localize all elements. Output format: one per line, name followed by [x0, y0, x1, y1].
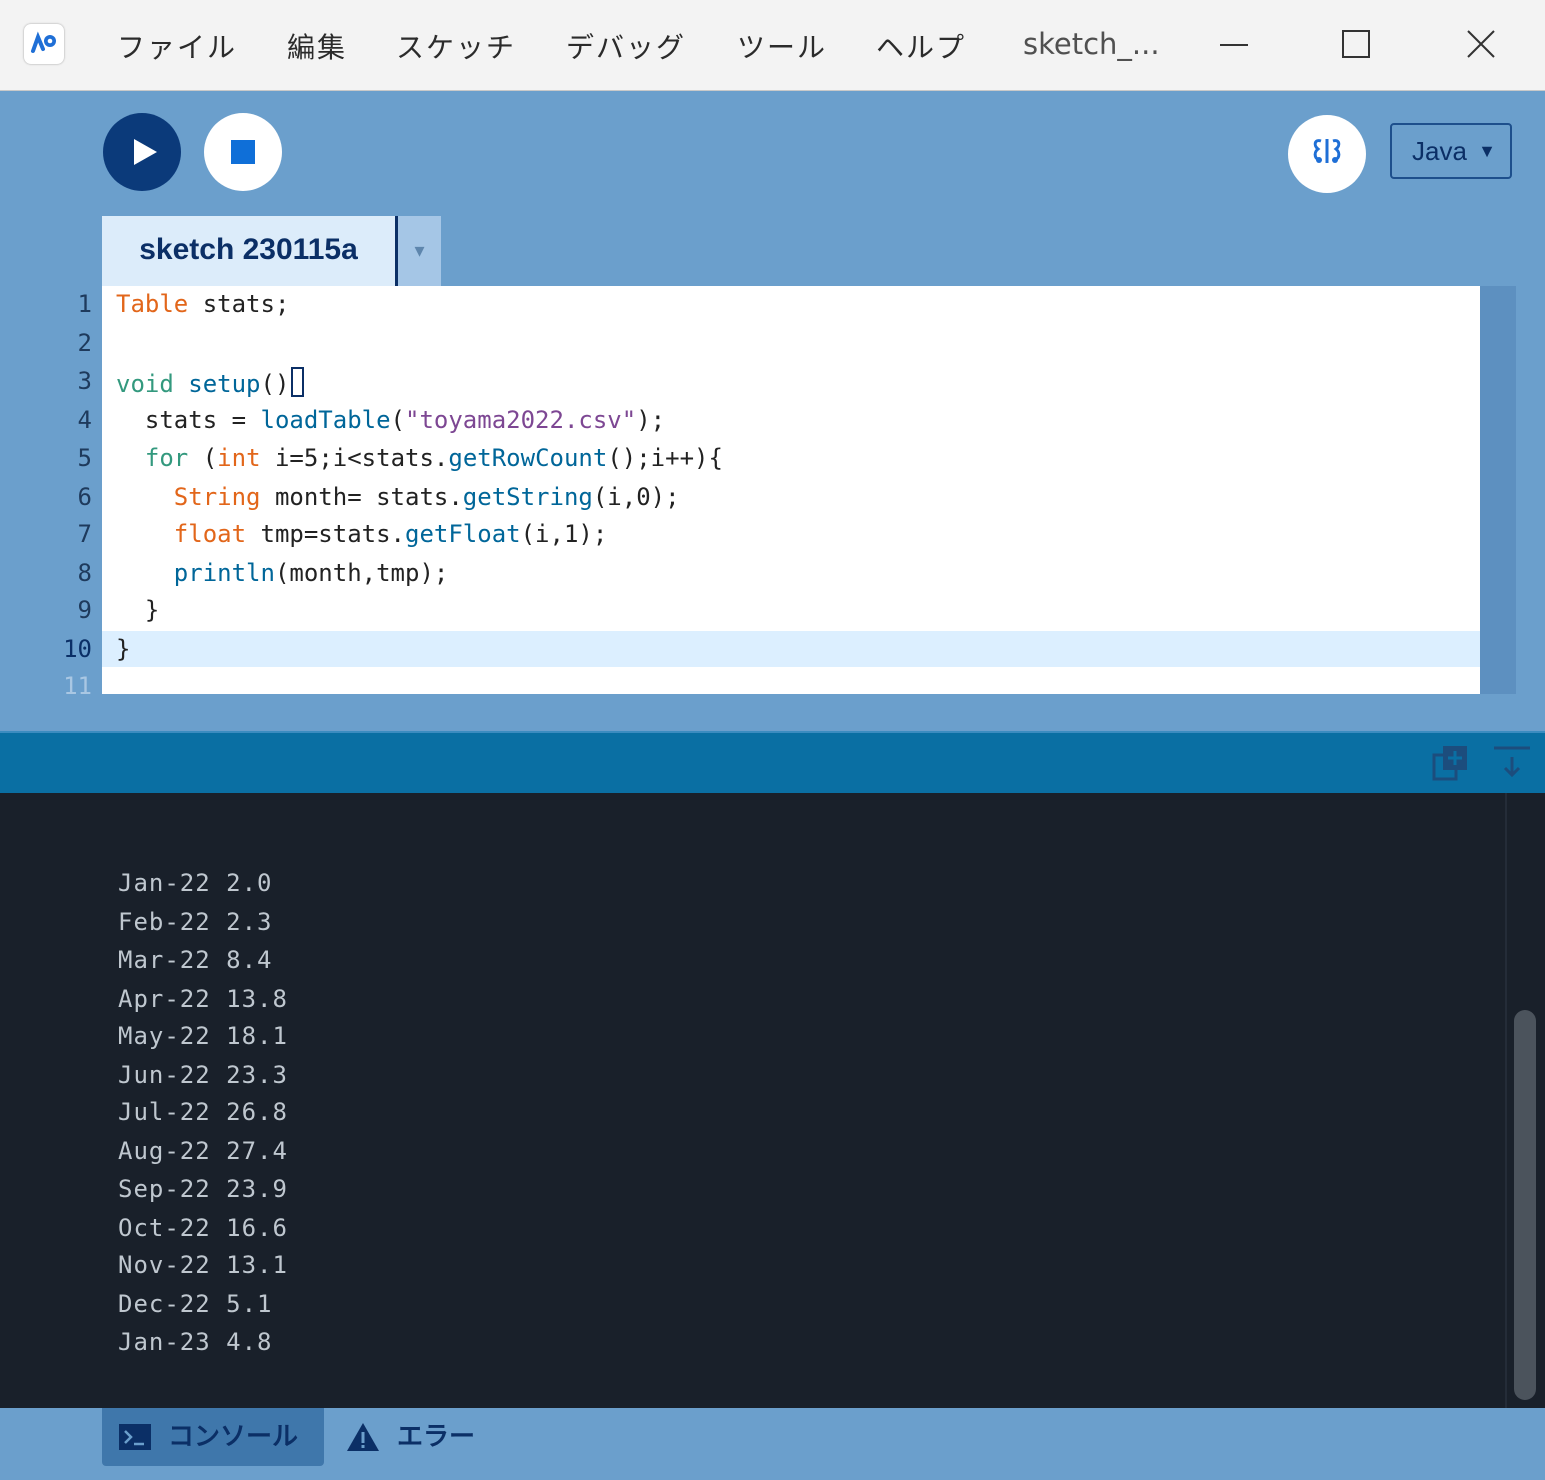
editor-scrollbar[interactable] — [1480, 286, 1516, 730]
console-line: Oct-22 16.6 — [118, 1214, 288, 1242]
console-header — [0, 731, 1545, 795]
mode-selector[interactable]: Java ▼ — [1390, 123, 1512, 179]
stop-button[interactable] — [204, 113, 282, 191]
mode-label: Java — [1412, 136, 1467, 166]
code-line: } — [116, 635, 131, 663]
line-number: 1 — [77, 290, 92, 318]
console-line: Nov-22 13.1 — [118, 1251, 288, 1279]
minimize-icon[interactable] — [1208, 20, 1260, 68]
menu-file[interactable]: ファイル — [117, 26, 237, 66]
window-title: sketch_... — [1023, 27, 1160, 61]
console-line: Feb-22 2.3 — [118, 908, 273, 936]
code-line: Table stats; — [116, 290, 290, 318]
chevron-down-icon: ▾ — [414, 238, 425, 262]
tab-errors[interactable]: エラー — [345, 1408, 505, 1466]
line-number: 2 — [77, 329, 92, 357]
menu-tools[interactable]: ツール — [737, 26, 827, 66]
line-number: 8 — [77, 559, 92, 587]
code-line: println(month,tmp); — [173, 559, 449, 587]
code-line: String month= stats.getString(i,0); — [173, 483, 680, 511]
debugger-butterfly-icon — [1313, 139, 1341, 163]
console-line: Jan-23 4.8 — [118, 1328, 273, 1356]
line-number: 4 — [77, 406, 92, 434]
processing-logo-icon[interactable] — [24, 24, 64, 64]
active-line-highlight — [102, 631, 1480, 667]
chevron-down-icon: ▼ — [1478, 141, 1496, 161]
code-line: void setup() — [116, 367, 305, 398]
close-icon[interactable] — [1455, 20, 1507, 68]
tab-console[interactable]: コンソール — [102, 1408, 324, 1466]
scroll-to-bottom-icon[interactable] — [1490, 743, 1534, 783]
line-number: 5 — [77, 444, 92, 472]
line-number: 3 — [77, 367, 92, 395]
line-number: 9 — [77, 596, 92, 624]
tab-sketch[interactable]: sketch 230115a — [102, 216, 395, 286]
maximize-icon[interactable] — [1330, 20, 1382, 68]
copy-add-icon[interactable] — [1430, 743, 1470, 783]
terminal-icon — [119, 1424, 151, 1450]
console-line: May-22 18.1 — [118, 1022, 288, 1050]
menu-debug[interactable]: デバッグ — [566, 26, 686, 66]
tab-menu-button[interactable]: ▾ — [395, 216, 441, 286]
debugger-button[interactable] — [1288, 115, 1366, 193]
console-line: Jan-22 2.0 — [118, 869, 273, 897]
console-line: Mar-22 8.4 — [118, 946, 273, 974]
editor-bottom-margin — [0, 694, 1516, 730]
console-line: Aug-22 27.4 — [118, 1137, 288, 1165]
title-bar: ファイル 編集 スケッチ デバッグ ツール ヘルプ sketch_... — [0, 0, 1545, 91]
code-line: float tmp=stats.getFloat(i,1); — [173, 520, 608, 548]
processing-ide-window: ファイル 編集 スケッチ デバッグ ツール ヘルプ sketch_... Jav… — [0, 0, 1545, 1480]
console-line: Jun-22 23.3 — [118, 1061, 288, 1089]
menu-edit[interactable]: 編集 — [287, 26, 347, 66]
console-line: Jul-22 26.8 — [118, 1098, 288, 1126]
line-number: 7 — [77, 520, 92, 548]
stop-icon — [231, 140, 255, 164]
console-line: Dec-22 5.1 — [118, 1290, 273, 1318]
console-line: Sep-22 23.9 — [118, 1175, 288, 1203]
console-tab-label: コンソール — [168, 1422, 299, 1452]
line-number: 6 — [77, 483, 92, 511]
console-output[interactable]: Jan-22 2.0 Feb-22 2.3 Mar-22 8.4 Apr-22 … — [0, 793, 1545, 1408]
play-icon — [134, 139, 157, 165]
code-line: } — [116, 596, 160, 624]
code-line: stats = loadTable("toyama2022.csv"); — [116, 406, 666, 434]
menu-help[interactable]: ヘルプ — [876, 26, 966, 66]
console-line: Apr-22 13.8 — [118, 985, 288, 1013]
code-editor[interactable]: Table stats; void setup() stats = loadTa… — [102, 286, 1480, 694]
line-number-active: 10 — [63, 635, 92, 663]
console-scrollbar-thumb[interactable] — [1514, 1010, 1536, 1400]
bracket-match-cursor — [291, 367, 305, 397]
run-button[interactable] — [103, 113, 181, 191]
menu-sketch[interactable]: スケッチ — [396, 26, 516, 66]
warning-icon — [347, 1423, 379, 1451]
errors-tab-label: エラー — [397, 1422, 476, 1452]
line-number-gutter: 1 2 3 4 5 6 7 8 9 10 11 — [0, 286, 102, 700]
code-line: for (int i=5;i<stats.getRowCount();i++){ — [144, 444, 723, 472]
